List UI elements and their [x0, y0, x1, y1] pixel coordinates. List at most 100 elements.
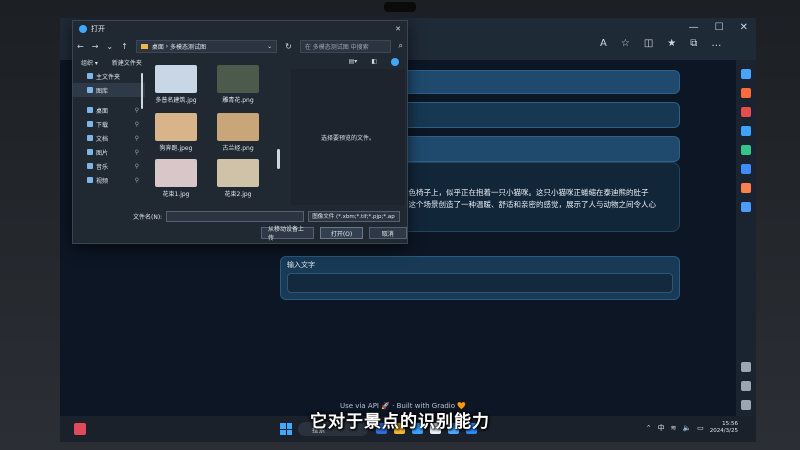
chevron-down-icon[interactable]: ⌄ — [267, 43, 272, 50]
dialog-navbar: ← → ⌄ ↑ 桌面 › 多模态测试图 ⌄ ↻ 在 多模态测试图 中搜索 ⌕ — [73, 37, 407, 55]
forward-icon[interactable]: → — [92, 42, 99, 51]
chevron-down-icon[interactable]: ⌄ — [106, 42, 113, 51]
minimize-icon[interactable]: — — [689, 22, 699, 33]
open-button[interactable]: 打开(O) — [320, 227, 363, 239]
file-name: 雕青花.png — [222, 97, 254, 104]
collections-icon[interactable]: ⧉ — [690, 38, 697, 49]
chat-text-line2: ，这个场景创造了一种温暖、舒适和亲密的感觉，展示了人与动物之间令人心 — [401, 200, 656, 209]
nav-item-label: 图片 — [96, 149, 109, 157]
favorite-icon[interactable]: ☆ — [621, 38, 630, 49]
sidebar-app-icon[interactable] — [741, 88, 751, 98]
nav-item[interactable]: 图片 ⚲ — [73, 145, 145, 159]
sidebar-app-icon[interactable] — [741, 183, 751, 193]
nav-item[interactable]: 文档 ⚲ — [73, 131, 145, 145]
sidebar-app-icon[interactable] — [741, 126, 751, 136]
nav-item[interactable]: 主文件夹 — [73, 69, 145, 83]
pin-icon: ⚲ — [134, 106, 139, 114]
file-item[interactable]: 狗奔跑.jpeg — [151, 113, 201, 152]
file-item[interactable]: 花束2.jpg — [213, 159, 263, 198]
browser-sidebar — [736, 60, 756, 416]
desktop-icon — [87, 107, 93, 113]
file-name: 狗奔跑.jpeg — [159, 145, 193, 152]
pin-icon: ⚲ — [134, 176, 139, 184]
sidebar-app-icon[interactable] — [741, 107, 751, 117]
folder-icon — [140, 43, 148, 49]
sidebar-app-icon[interactable] — [741, 69, 751, 79]
cancel-button[interactable]: 取消 — [368, 227, 407, 239]
navigation-pane: 主文件夹 图库 桌面 ⚲ 下载 ⚲ 文档 ⚲ 图片 ⚲ 音乐 ⚲ 视频 ⚲ — [73, 69, 145, 205]
breadcrumb-item[interactable]: 多模态测试图 — [170, 42, 206, 51]
nav-item[interactable]: 下载 ⚲ — [73, 117, 145, 131]
file-item[interactable]: 花束1.jpg — [151, 159, 201, 198]
file-name: 古兰经.png — [222, 145, 254, 152]
search-icon: ⌕ — [398, 41, 403, 50]
up-icon[interactable]: ↑ — [121, 42, 128, 51]
sidebar-app-icon[interactable] — [741, 145, 751, 155]
nav-item-label: 音乐 — [96, 163, 109, 171]
dialog-body: 主文件夹 图库 桌面 ⚲ 下载 ⚲ 文档 ⚲ 图片 ⚲ 音乐 ⚲ 视频 ⚲ 多普名建筑.jpg 雕青花.pn… — [73, 65, 407, 205]
refresh-icon[interactable]: ↻ — [285, 42, 292, 51]
document-icon — [87, 135, 93, 141]
close-window-icon[interactable]: ✕ — [740, 22, 748, 33]
organize-button[interactable]: 组织 ▾ — [81, 58, 98, 67]
nav-item[interactable]: 桌面 ⚲ — [73, 103, 145, 117]
input-label: 输入文字 — [287, 261, 315, 269]
video-subtitle: 它对于景点的识别能力 — [310, 412, 490, 432]
window-controls: — ☐ ✕ — [689, 22, 748, 33]
preview-pane: 选择要预览的文件。 — [291, 69, 405, 205]
file-thumbnail — [217, 159, 259, 187]
text-input-block: 输入文字 — [280, 256, 680, 300]
nav-item-label: 文档 — [96, 135, 109, 143]
breadcrumb-item[interactable]: 桌面 — [152, 42, 164, 51]
dialog-footer: 文件名(N): 图像文件 (*.xbm;*.tif;*.pjp;*.ap 从移动… — [73, 211, 407, 245]
pin-icon: ⚲ — [134, 134, 139, 142]
more-icon[interactable]: … — [711, 38, 721, 49]
dialog-titlebar: 打开 ✕ — [73, 21, 407, 37]
file-thumbnail — [155, 65, 197, 93]
browser-toolbar: A ☆ ◫ ★ ⧉ … — [600, 38, 721, 49]
text-input[interactable] — [287, 273, 673, 293]
file-name: 多普名建筑.jpg — [155, 97, 197, 104]
back-icon[interactable]: ← — [77, 42, 84, 51]
sidebar-app-icon[interactable] — [741, 381, 751, 391]
help-icon[interactable] — [391, 58, 399, 66]
file-scrollbar[interactable] — [277, 149, 280, 169]
file-list: 多普名建筑.jpg 雕青花.png 狗奔跑.jpeg 古兰经.png 花束1.jpg 花束… — [151, 65, 281, 205]
view-icon[interactable]: ▤▾ — [349, 58, 358, 66]
file-name: 花束1.jpg — [162, 191, 190, 198]
filename-input[interactable] — [166, 211, 305, 222]
nav-scrollbar[interactable] — [141, 73, 143, 109]
split-screen-icon[interactable]: ◫ — [644, 38, 653, 49]
file-thumbnail — [155, 159, 197, 187]
breadcrumb[interactable]: 桌面 › 多模态测试图 ⌄ — [135, 39, 278, 53]
file-item[interactable]: 多普名建筑.jpg — [151, 65, 201, 104]
maximize-icon[interactable]: ☐ — [715, 22, 724, 33]
favorites-bar-icon[interactable]: ★ — [667, 38, 676, 49]
read-aloud-icon[interactable]: A — [600, 38, 607, 49]
screen: A ☆ ◫ ★ ⧉ … — ☐ ✕ 绿色椅子上，似乎正在抱着一只小猫咪。这只小猫… — [60, 18, 756, 442]
file-thumbnail — [217, 113, 259, 141]
edge-icon — [79, 25, 87, 33]
sidebar-app-icon[interactable] — [741, 164, 751, 174]
preview-pane-icon[interactable]: ◧ — [371, 58, 377, 66]
new-folder-button[interactable]: 新建文件夹 — [112, 58, 142, 67]
file-item[interactable]: 古兰经.png — [213, 113, 263, 152]
nav-item[interactable]: 音乐 ⚲ — [73, 159, 145, 173]
file-thumbnail — [217, 65, 259, 93]
file-item[interactable]: 雕青花.png — [213, 65, 263, 104]
picture-icon — [87, 149, 93, 155]
sidebar-app-icon[interactable] — [741, 362, 751, 372]
upload-from-device-button[interactable]: 从移动设备上传 — [261, 226, 315, 242]
nav-item[interactable]: 视频 ⚲ — [73, 173, 145, 187]
webcam — [384, 2, 416, 12]
preview-text: 选择要预览的文件。 — [320, 134, 375, 142]
nav-item-label: 视频 — [96, 177, 109, 185]
close-icon[interactable]: ✕ — [395, 25, 401, 33]
pin-icon: ⚲ — [134, 162, 139, 170]
file-open-dialog: 打开 ✕ ← → ⌄ ↑ 桌面 › 多模态测试图 ⌄ ↻ 在 多模态测试图 中搜… — [72, 20, 408, 244]
nav-item[interactable]: 图库 — [73, 83, 145, 97]
search-input[interactable]: 在 多模态测试图 中搜索 — [299, 39, 391, 53]
filetype-select[interactable]: 图像文件 (*.xbm;*.tif;*.pjp;*.ap — [308, 211, 401, 222]
nav-item-label: 主文件夹 — [96, 73, 121, 81]
sidebar-app-icon[interactable] — [741, 202, 751, 212]
